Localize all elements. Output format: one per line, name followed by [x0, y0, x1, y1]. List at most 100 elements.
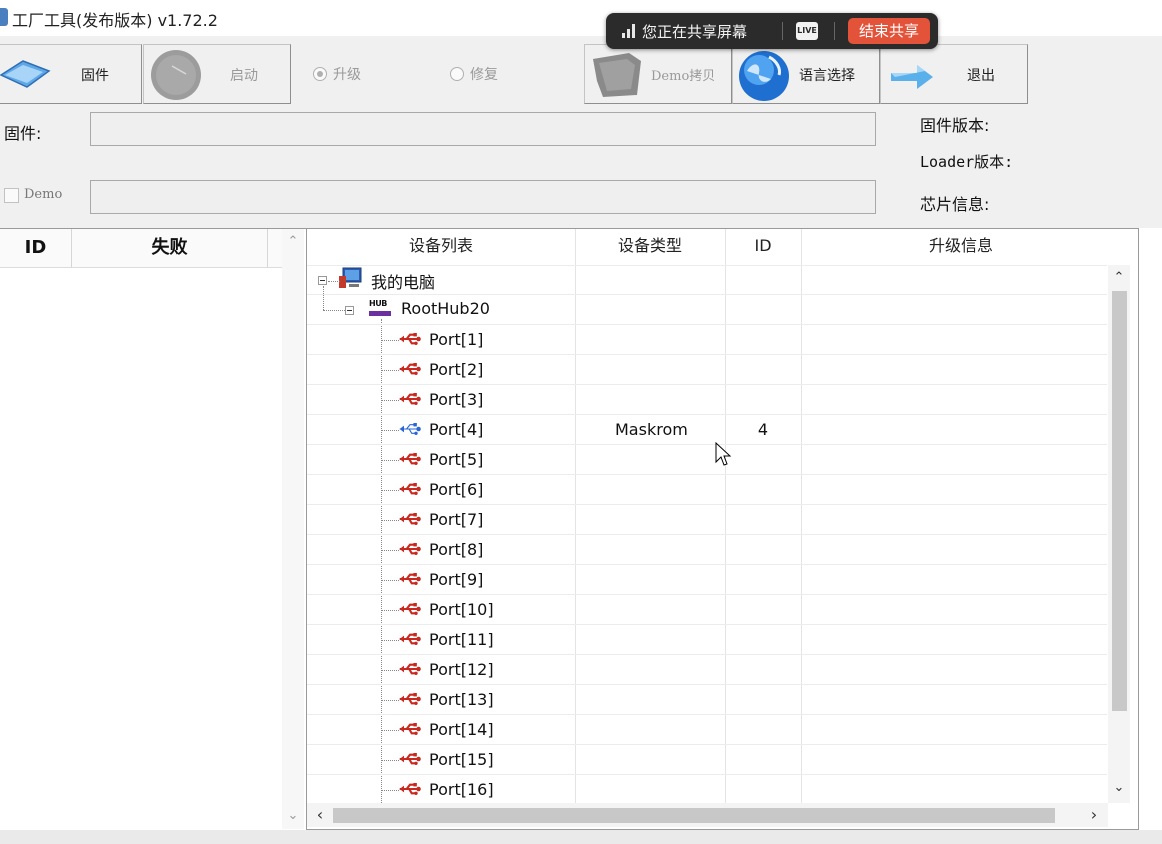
row-divider [307, 534, 1107, 535]
tree-root-label[interactable]: 我的电脑 [371, 269, 435, 293]
horizontal-scrollbar[interactable]: ‹ › [307, 803, 1108, 827]
demo-copy-button[interactable]: Demo拷贝 [584, 44, 732, 104]
panel-edge [1138, 228, 1162, 830]
port-row[interactable]: Port[16] [307, 775, 1108, 803]
start-button[interactable]: 启动 [143, 44, 291, 104]
collapse-toggle-icon[interactable] [345, 306, 354, 315]
collapse-toggle-icon[interactable] [318, 276, 327, 285]
row-divider [307, 414, 1107, 415]
firmware-button[interactable]: 固件 [0, 44, 142, 104]
row-divider [307, 324, 1107, 325]
port-row[interactable]: Port[3] [307, 385, 1108, 415]
separator [834, 22, 835, 40]
demo-copy-button-label: Demo拷贝 [651, 69, 716, 84]
scroll-up-icon[interactable]: ⌃ [282, 233, 304, 251]
exit-button-label: 退出 [967, 68, 995, 84]
result-list[interactable]: ID 失败 ⌃ ⌄ [0, 228, 306, 830]
scroll-thumb[interactable] [333, 808, 1055, 823]
port-label: Port[14] [429, 720, 494, 739]
status-bar [0, 830, 1162, 844]
scroll-left-icon[interactable]: ‹ [309, 806, 331, 824]
demo-label: Demo [24, 187, 63, 202]
port-label: Port[8] [429, 540, 484, 559]
port-row[interactable]: Port[9] [307, 565, 1108, 595]
computer-icon [339, 267, 362, 288]
usb-port-icon [399, 513, 421, 525]
upgrade-radio-label: 升级 [333, 67, 361, 83]
port-row[interactable]: Port[2] [307, 355, 1108, 385]
scroll-down-icon[interactable]: ⌄ [1108, 779, 1130, 797]
row-divider [307, 474, 1107, 475]
hub-label[interactable]: RootHub20 [401, 299, 490, 318]
device-list[interactable]: 设备列表 设备类型 ID 升级信息 我的电脑 HUB RootHub20 Por… [306, 228, 1138, 830]
window-title: 工厂工具(发布版本) v1.72.2 [12, 11, 218, 30]
port-row[interactable]: Port[7] [307, 505, 1108, 535]
signal-icon [622, 24, 636, 38]
usb-hub-icon: HUB [369, 299, 393, 319]
usb-port-icon [399, 603, 421, 615]
app-icon [0, 8, 8, 26]
row-divider [307, 384, 1107, 385]
port-row[interactable]: Port[8] [307, 535, 1108, 565]
port-row[interactable]: Port[13] [307, 685, 1108, 715]
start-icon [151, 50, 201, 100]
usb-port-icon [399, 663, 421, 675]
port-row[interactable]: Port[12] [307, 655, 1108, 685]
row-divider [307, 624, 1107, 625]
usb-port-icon [399, 783, 421, 795]
demo-checkbox[interactable] [4, 188, 19, 203]
column-header-failed[interactable]: 失败 [72, 229, 268, 267]
usb-port-icon [399, 633, 421, 645]
firmware-label: 固件: [4, 124, 42, 143]
usb-port-icon [399, 483, 421, 495]
port-label: Port[13] [429, 690, 494, 709]
stop-share-button[interactable]: 结束共享 [848, 18, 930, 44]
port-row[interactable]: Port[4] Maskrom 4 [307, 415, 1108, 445]
usb-port-icon [399, 363, 421, 375]
repair-radio-label: 修复 [470, 67, 498, 83]
mouse-cursor-icon [715, 442, 732, 466]
scroll-right-icon[interactable]: › [1083, 806, 1105, 824]
firmware-version-label: 固件版本: [920, 116, 990, 135]
port-row[interactable]: Port[1] [307, 325, 1108, 355]
start-button-label: 启动 [230, 68, 258, 84]
row-divider [307, 684, 1107, 685]
row-divider [307, 294, 1107, 295]
usb-port-icon [399, 393, 421, 405]
upgrade-radio[interactable]: 升级 [313, 64, 361, 84]
row-divider [307, 504, 1107, 505]
port-label: Port[5] [429, 450, 484, 469]
right-vertical-scrollbar[interactable]: ⌃ ⌄ [1108, 265, 1130, 803]
screen-share-bar: 您正在共享屏幕 LIVE 结束共享 [606, 13, 938, 49]
usb-port-icon [399, 723, 421, 735]
exit-button[interactable]: 退出 [880, 44, 1028, 104]
port-row[interactable]: Port[11] [307, 625, 1108, 655]
port-label: Port[6] [429, 480, 484, 499]
port-label: Port[9] [429, 570, 484, 589]
column-header-id[interactable]: ID [0, 229, 72, 267]
demo-copy-icon [593, 53, 641, 97]
radio-unselected-icon [450, 67, 464, 81]
share-status-text: 您正在共享屏幕 [642, 23, 748, 41]
language-button[interactable]: 语言选择 [732, 44, 880, 104]
scroll-down-icon[interactable]: ⌄ [282, 807, 304, 825]
scroll-up-icon[interactable]: ⌃ [1108, 269, 1130, 287]
port-row[interactable]: Port[15] [307, 745, 1108, 775]
port-row[interactable]: Port[14] [307, 715, 1108, 745]
arrow-right-icon [891, 65, 933, 89]
live-icon[interactable]: LIVE [796, 22, 818, 40]
port-row[interactable]: Port[5] [307, 445, 1108, 475]
left-vertical-scrollbar[interactable]: ⌃ ⌄ [282, 229, 304, 829]
port-label: Port[12] [429, 660, 494, 679]
scroll-thumb[interactable] [1112, 291, 1127, 711]
repair-radio[interactable]: 修复 [450, 64, 498, 84]
usb-port-icon [399, 753, 421, 765]
firmware-path-field[interactable] [90, 112, 876, 146]
port-row[interactable]: Port[10] [307, 595, 1108, 625]
language-button-label: 语言选择 [799, 68, 855, 84]
row-divider [307, 654, 1107, 655]
port-row[interactable]: Port[6] [307, 475, 1108, 505]
usb-port-icon [399, 453, 421, 465]
firmware-icon [0, 60, 51, 88]
demo-path-field[interactable] [90, 180, 876, 214]
